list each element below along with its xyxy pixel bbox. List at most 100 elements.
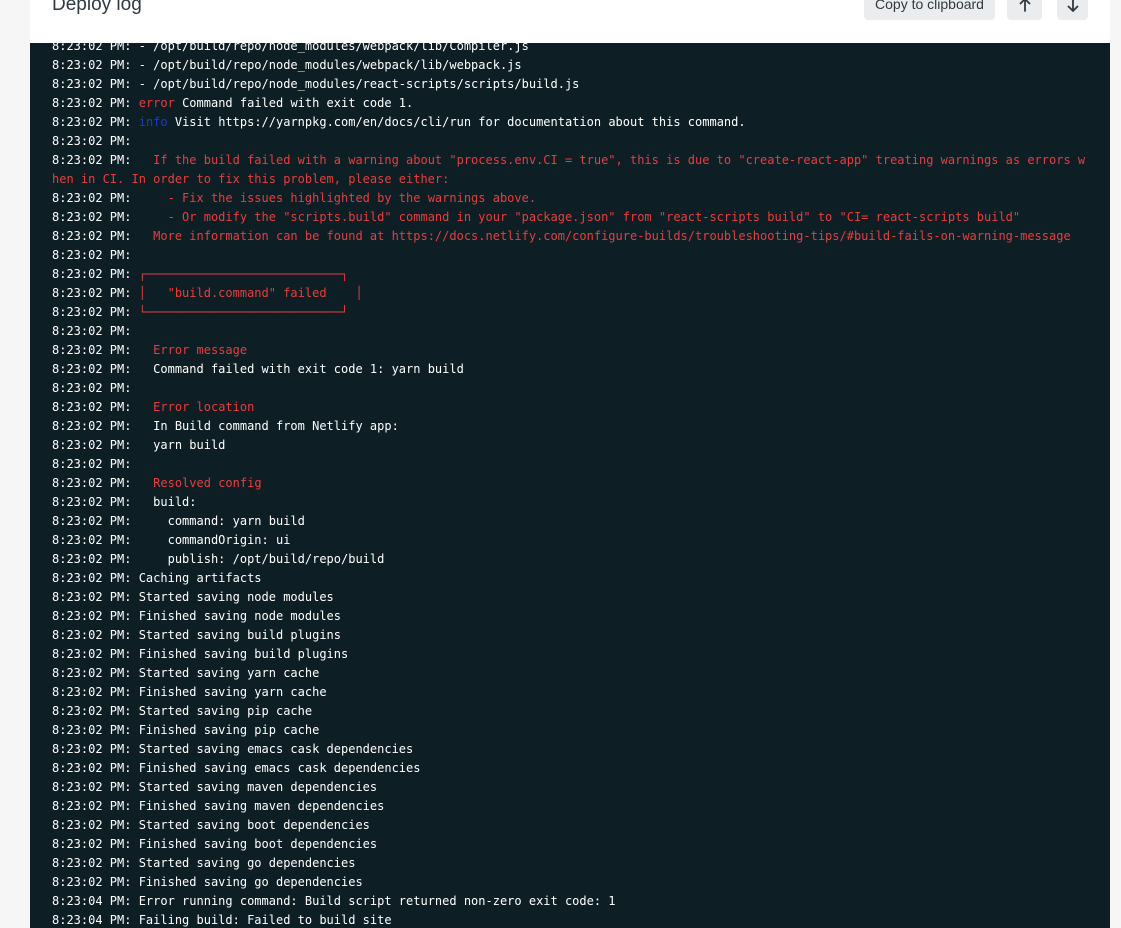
log-timestamp: 8:23:02 PM: <box>52 799 132 813</box>
log-text: Failing build: Failed to build site <box>131 913 392 927</box>
log-text: build: <box>131 495 197 509</box>
arrow-up-icon <box>1019 0 1030 12</box>
log-text: Started saving go dependencies <box>131 856 356 870</box>
log-line: 8:23:02 PM: Started saving pip cache <box>52 702 1092 721</box>
log-timestamp: 8:23:02 PM: <box>52 381 132 395</box>
log-timestamp: 8:23:02 PM: <box>52 571 132 585</box>
log-line: 8:23:02 PM: Finished saving go dependenc… <box>52 873 1092 892</box>
log-timestamp: 8:23:02 PM: <box>52 419 132 433</box>
log-text: Error message <box>153 343 248 357</box>
log-timestamp: 8:23:02 PM: <box>52 818 132 832</box>
log-line: 8:23:02 PM: Finished saving yarn cache <box>52 683 1092 702</box>
log-text: Command failed with exit code 1: yarn bu… <box>131 362 464 376</box>
deploy-log-header: Deploy log Copy to clipboard <box>30 0 1110 44</box>
log-line: 8:23:02 PM: build: <box>52 493 1092 512</box>
log-text: Error location <box>153 400 255 414</box>
log-timestamp: 8:23:02 PM: <box>52 476 132 490</box>
log-timestamp: 8:23:02 PM: <box>52 153 132 167</box>
log-timestamp: 8:23:02 PM: <box>52 43 132 53</box>
log-timestamp: 8:23:02 PM: <box>52 609 132 623</box>
log-line: 8:23:04 PM: Failing build: Failed to bui… <box>52 911 1092 928</box>
page-title: Deploy log <box>52 0 142 15</box>
log-text: error <box>138 96 175 110</box>
log-text: Finished saving pip cache <box>131 723 320 737</box>
log-timestamp: 8:23:02 PM: <box>52 248 132 262</box>
copy-to-clipboard-button[interactable]: Copy to clipboard <box>864 0 995 20</box>
log-line: 8:23:02 PM: Finished saving node modules <box>52 607 1092 626</box>
log-line: 8:23:02 PM: Started saving node modules <box>52 588 1092 607</box>
log-text: - Fix the issues highlighted by the warn… <box>131 191 537 205</box>
log-text: More information can be found at https:/… <box>131 229 1071 243</box>
log-timestamp: 8:23:02 PM: <box>52 343 132 357</box>
log-timestamp: 8:23:02 PM: <box>52 267 132 281</box>
log-timestamp: 8:23:02 PM: <box>52 210 132 224</box>
log-line: 8:23:02 PM: └───────────────────────────… <box>52 303 1092 322</box>
log-timestamp: 8:23:02 PM: <box>52 685 132 699</box>
log-line: 8:23:02 PM: <box>52 455 1092 474</box>
log-timestamp: 8:23:02 PM: <box>52 438 132 452</box>
log-text: Finished saving go dependencies <box>131 875 363 889</box>
log-line: 8:23:02 PM: <box>52 379 1092 398</box>
log-timestamp: 8:23:02 PM: <box>52 58 132 72</box>
log-text: Started saving build plugins <box>131 628 341 642</box>
scroll-to-bottom-button[interactable] <box>1057 0 1088 20</box>
log-timestamp: 8:23:02 PM: <box>52 77 132 91</box>
log-line: 8:23:02 PM: - /opt/build/repo/node_modul… <box>52 43 1092 56</box>
log-timestamp: 8:23:02 PM: <box>52 628 132 642</box>
log-line: 8:23:02 PM: More information can be foun… <box>52 227 1092 246</box>
log-timestamp: 8:23:02 PM: <box>52 457 132 471</box>
log-line: 8:23:02 PM: Error location <box>52 398 1092 417</box>
log-line: 8:23:02 PM: Finished saving build plugin… <box>52 645 1092 664</box>
log-line: 8:23:02 PM: commandOrigin: ui <box>52 531 1092 550</box>
log-text: Started saving emacs cask dependencies <box>131 742 414 756</box>
log-timestamp: 8:23:04 PM: <box>52 894 132 908</box>
log-text: └───────────────────────────┘ <box>131 305 349 319</box>
log-timestamp: 8:23:02 PM: <box>52 552 132 566</box>
log-timestamp: 8:23:02 PM: <box>52 856 132 870</box>
log-timestamp: 8:23:02 PM: <box>52 875 132 889</box>
log-line: 8:23:02 PM: Command failed with exit cod… <box>52 360 1092 379</box>
log-timestamp: 8:23:04 PM: <box>52 913 132 927</box>
log-timestamp: 8:23:02 PM: <box>52 742 132 756</box>
log-text: - /opt/build/repo/node_modules/webpack/l… <box>131 58 522 72</box>
log-timestamp: 8:23:02 PM: <box>52 590 132 604</box>
log-line: 8:23:02 PM: Finished saving emacs cask d… <box>52 759 1092 778</box>
log-text: yarn build <box>131 438 226 452</box>
log-text: │ "build.command" failed │ <box>131 286 363 300</box>
log-line: 8:23:02 PM: Error message <box>52 341 1092 360</box>
log-lines: 8:23:02 PM: - /opt/build/repo/node_modul… <box>52 43 1092 928</box>
log-text: Finished saving emacs cask dependencies <box>131 761 421 775</box>
log-timestamp: 8:23:02 PM: <box>52 514 132 528</box>
log-timestamp: 8:23:02 PM: <box>52 324 132 338</box>
scroll-to-top-button[interactable] <box>1007 0 1042 20</box>
log-text: Started saving maven dependencies <box>131 780 378 794</box>
log-timestamp: 8:23:02 PM: <box>52 305 132 319</box>
log-line: 8:23:02 PM: Started saving build plugins <box>52 626 1092 645</box>
log-timestamp: 8:23:02 PM: <box>52 286 132 300</box>
log-text: Started saving boot dependencies <box>131 818 370 832</box>
log-text: Started saving yarn cache <box>131 666 320 680</box>
log-line: 8:23:02 PM: yarn build <box>52 436 1092 455</box>
log-text: In Build command from Netlify app: <box>131 419 399 433</box>
log-line: 8:23:02 PM: - Fix the issues highlighted… <box>52 189 1092 208</box>
log-timestamp: 8:23:02 PM: <box>52 362 132 376</box>
log-line: 8:23:02 PM: Finished saving maven depend… <box>52 797 1092 816</box>
log-text: Finished saving build plugins <box>131 647 349 661</box>
log-text: ┌───────────────────────────┐ <box>131 267 349 281</box>
log-line: 8:23:02 PM: Resolved config <box>52 474 1092 493</box>
log-line: 8:23:02 PM: In Build command from Netlif… <box>52 417 1092 436</box>
log-text: command: yarn build <box>131 514 305 528</box>
log-line: 8:23:02 PM: │ "build.command" failed │ <box>52 284 1092 303</box>
log-line: 8:23:02 PM: ┌───────────────────────────… <box>52 265 1092 284</box>
deploy-log-card: Deploy log Copy to clipboard 8:23:02 PM:… <box>30 0 1110 928</box>
log-text: Finished saving maven dependencies <box>131 799 385 813</box>
log-line: 8:23:02 PM: Started saving boot dependen… <box>52 816 1092 835</box>
log-line: 8:23:02 PM: If the build failed with a w… <box>52 151 1092 189</box>
log-timestamp: 8:23:02 PM: <box>52 400 132 414</box>
log-text: Visit https://yarnpkg.com/en/docs/cli/ru… <box>167 115 746 129</box>
log-line: 8:23:02 PM: error Command failed with ex… <box>52 94 1092 113</box>
deploy-log-output[interactable]: 8:23:02 PM: - /opt/build/repo/node_modul… <box>30 43 1110 928</box>
